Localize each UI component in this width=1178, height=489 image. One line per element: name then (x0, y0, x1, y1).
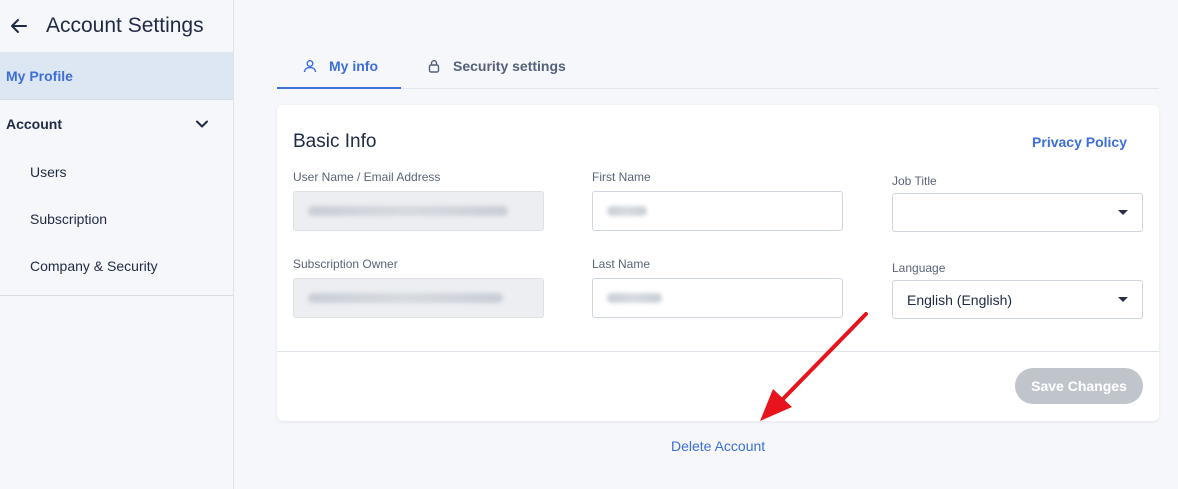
subscription-owner-label: Subscription Owner (293, 257, 398, 271)
back-arrow-icon[interactable] (8, 15, 30, 37)
language-label: Language (892, 261, 946, 275)
username-field (293, 191, 544, 231)
language-value: English (English) (907, 291, 1013, 308)
job-title-select[interactable] (892, 193, 1143, 232)
sidebar-item-subscription[interactable]: Subscription (0, 195, 233, 242)
delete-account-link[interactable]: Delete Account (671, 438, 765, 454)
sidebar-header: Account Settings (0, 0, 233, 52)
tab-security-settings-label: Security settings (453, 58, 566, 74)
chevron-down-icon (195, 117, 209, 131)
redacted-value (607, 293, 662, 303)
sidebar-item-users[interactable]: Users (0, 148, 233, 195)
page-title: Account Settings (46, 14, 204, 37)
first-name-label: First Name (592, 170, 651, 184)
sidebar-account-group: Account Users Subscription Company & Sec… (0, 100, 233, 296)
redacted-value (607, 206, 647, 216)
privacy-policy-link[interactable]: Privacy Policy (1032, 134, 1127, 150)
first-name-field[interactable] (592, 191, 843, 231)
lock-icon (428, 60, 440, 73)
tab-security-settings[interactable]: Security settings (427, 44, 566, 88)
job-title-label: Job Title (892, 174, 937, 188)
last-name-field[interactable] (592, 278, 843, 318)
redacted-value (308, 293, 503, 303)
caret-down-icon (1118, 297, 1128, 302)
sidebar-item-company-security[interactable]: Company & Security (0, 242, 233, 289)
sidebar-account-label: Account (6, 116, 62, 132)
basic-info-title: Basic Info (293, 131, 377, 152)
card-divider (277, 351, 1159, 352)
username-label: User Name / Email Address (293, 170, 441, 184)
profile-tabs: My info Security settings (277, 44, 1159, 89)
basic-info-card: Basic Info Privacy Policy User Name / Em… (277, 105, 1159, 421)
tab-my-info-label: My info (329, 57, 378, 74)
save-changes-button[interactable]: Save Changes (1015, 368, 1143, 404)
tab-my-info[interactable]: My info (277, 44, 401, 89)
subscription-owner-field (293, 278, 544, 318)
caret-down-icon (1118, 210, 1128, 215)
sidebar: Account Settings My Profile Account User… (0, 0, 234, 489)
sidebar-item-my-profile[interactable]: My Profile (0, 52, 233, 100)
last-name-label: Last Name (592, 257, 651, 271)
language-select[interactable]: English (English) (892, 280, 1143, 319)
sidebar-item-account[interactable]: Account (0, 100, 233, 148)
redacted-value (308, 206, 508, 216)
user-icon (303, 59, 317, 72)
